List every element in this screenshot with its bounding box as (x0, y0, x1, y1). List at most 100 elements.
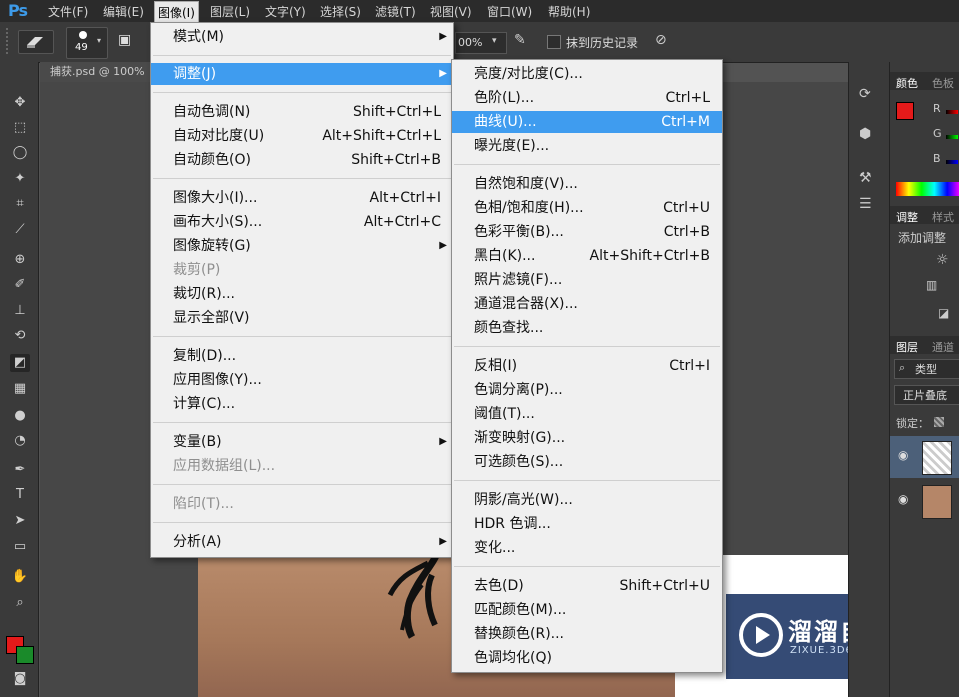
b-slider[interactable] (946, 160, 958, 164)
tab-color[interactable]: 颜色 (896, 75, 918, 91)
adjust-menu-item-15[interactable]: 可选颜色(S)... (452, 451, 722, 473)
menu-image[interactable]: 图像(I) (154, 1, 199, 24)
g-slider[interactable] (946, 135, 958, 139)
image-menu-item-7[interactable]: 图像旋转(G) ▶ (151, 235, 453, 257)
menu-file[interactable]: 文件(F) (48, 3, 88, 20)
image-menu-item-0[interactable]: 模式(M) ▶ (151, 26, 453, 48)
tool-preset-picker[interactable] (18, 30, 54, 54)
adjust-menu-item-11[interactable]: 反相(I) Ctrl+I (452, 355, 722, 377)
adjust-menu-item-12[interactable]: 色调分离(P)... (452, 379, 722, 401)
menu-edit[interactable]: 编辑(E) (103, 3, 144, 20)
lock-transparency-icon[interactable] (934, 417, 944, 427)
brush-tool-icon[interactable]: ✐ (10, 276, 30, 294)
tab-styles[interactable]: 样式 (932, 209, 954, 225)
quick-mask-icon[interactable]: ◙ (10, 670, 30, 688)
erase-history-checkbox[interactable] (547, 35, 561, 49)
layer-row[interactable]: ◉ (890, 480, 959, 522)
photo-filter-icon[interactable]: ◪ (938, 306, 949, 320)
adjust-menu-item-2[interactable]: 曲线(U)... Ctrl+M (452, 111, 722, 133)
tab-layers[interactable]: 图层 (896, 339, 918, 355)
image-menu-item-14[interactable]: 变量(B) ▶ (151, 431, 453, 453)
path-selection-icon[interactable]: ➤ (10, 512, 30, 530)
brush-preset-picker[interactable]: 49 ▾ (66, 27, 108, 59)
move-tool-icon[interactable]: ✥ (10, 94, 30, 112)
history-panel-icon[interactable]: ⟳ (859, 86, 871, 102)
image-menu-item-5[interactable]: 图像大小(I)... Alt+Ctrl+I (151, 187, 453, 209)
healing-brush-icon[interactable]: ⊕ (10, 251, 30, 269)
adjust-menu-item-5[interactable]: 色相/饱和度(H)... Ctrl+U (452, 197, 722, 219)
tab-channels[interactable]: 通道 (932, 339, 954, 355)
image-menu-item-3[interactable]: 自动对比度(U) Alt+Shift+Ctrl+L (151, 125, 453, 147)
menu-help[interactable]: 帮助(H) (548, 3, 590, 20)
r-slider[interactable] (946, 110, 958, 114)
image-menu-item-9[interactable]: 裁切(R)... (151, 283, 453, 305)
crop-tool-icon[interactable]: ⌗ (10, 195, 30, 213)
adjust-menu-item-17[interactable]: HDR 色调... (452, 513, 722, 535)
lasso-tool-icon[interactable]: ◯ (10, 144, 30, 162)
properties-icon[interactable]: ☰ (859, 196, 872, 212)
adjust-menu-item-18[interactable]: 变化... (452, 537, 722, 559)
adjust-menu-item-4[interactable]: 自然饱和度(V)... (452, 173, 722, 195)
adjust-menu-item-10[interactable]: 颜色查找... (452, 317, 722, 339)
dodge-tool-icon[interactable]: ◔ (10, 432, 30, 450)
adjust-menu-item-8[interactable]: 照片滤镜(F)... (452, 269, 722, 291)
tab-swatches[interactable]: 色板 (932, 75, 954, 91)
shape-tool-icon[interactable]: ▭ (10, 538, 30, 556)
menu-select[interactable]: 选择(S) (320, 3, 361, 20)
blend-mode-select[interactable]: 正片叠底 (894, 385, 959, 405)
brush-panel-icon[interactable]: ▣ (118, 32, 136, 50)
image-menu-item-13[interactable]: 计算(C)... (151, 393, 453, 415)
adjust-menu-item-21[interactable]: 替换颜色(R)... (452, 623, 722, 645)
zoom-tool-icon[interactable]: ⌕ (10, 594, 30, 612)
fg-color-chip[interactable] (896, 102, 914, 120)
document-tab[interactable]: 捕获.psd @ 100% (40, 62, 150, 82)
adjust-menu-item-0[interactable]: 亮度/对比度(C)... (452, 63, 722, 85)
menu-view[interactable]: 视图(V) (430, 3, 472, 20)
menu-window[interactable]: 窗口(W) (487, 3, 532, 20)
image-menu-item-6[interactable]: 画布大小(S)... Alt+Ctrl+C (151, 211, 453, 233)
gradient-tool-icon[interactable]: ▦ (10, 380, 30, 398)
image-menu-item-12[interactable]: 应用图像(Y)... (151, 369, 453, 391)
airbrush-icon[interactable]: ✎ (514, 32, 526, 48)
adjust-menu-item-7[interactable]: 黑白(K)... Alt+Shift+Ctrl+B (452, 245, 722, 267)
layer-row-selected[interactable]: ◉ (890, 436, 959, 478)
menu-type[interactable]: 文字(Y) (265, 3, 306, 20)
blur-tool-icon[interactable]: ● (10, 407, 30, 425)
pen-tool-icon[interactable]: ✒ (10, 461, 30, 479)
marquee-tool-icon[interactable]: ⬚ (10, 119, 30, 137)
magic-wand-icon[interactable]: ✦ (10, 170, 30, 188)
tool-presets-icon[interactable]: ⚒ (859, 170, 872, 186)
adjust-menu-item-13[interactable]: 阈值(T)... (452, 403, 722, 425)
adjust-menu-item-20[interactable]: 匹配颜色(M)... (452, 599, 722, 621)
adjust-menu-item-9[interactable]: 通道混合器(X)... (452, 293, 722, 315)
3d-panel-icon[interactable]: ⬢ (859, 126, 871, 142)
adjust-menu-item-22[interactable]: 色调均化(Q) (452, 647, 722, 669)
adjust-menu-item-6[interactable]: 色彩平衡(B)... Ctrl+B (452, 221, 722, 243)
menu-layer[interactable]: 图层(L) (210, 3, 250, 20)
levels-icon[interactable]: ▥ (926, 278, 937, 292)
menu-filter[interactable]: 滤镜(T) (375, 3, 416, 20)
adjust-menu-item-19[interactable]: 去色(D) Shift+Ctrl+U (452, 575, 722, 597)
eyedropper-icon[interactable]: ⟋ (10, 221, 30, 239)
eye-icon[interactable]: ◉ (898, 448, 908, 462)
eye-icon[interactable]: ◉ (898, 492, 908, 506)
image-menu-item-10[interactable]: 显示全部(V) (151, 307, 453, 329)
image-menu-item-2[interactable]: 自动色调(N) Shift+Ctrl+L (151, 101, 453, 123)
background-color-swatch[interactable] (16, 646, 34, 664)
adjust-menu-item-1[interactable]: 色阶(L)... Ctrl+L (452, 87, 722, 109)
image-menu-item-4[interactable]: 自动颜色(O) Shift+Ctrl+B (151, 149, 453, 171)
image-menu-item-11[interactable]: 复制(D)... (151, 345, 453, 367)
type-tool-icon[interactable]: T (10, 486, 30, 504)
history-brush-icon[interactable]: ⟲ (10, 327, 30, 345)
clone-stamp-icon[interactable]: ⊥ (10, 302, 30, 320)
image-menu-item-17[interactable]: 分析(A) ▶ (151, 531, 453, 553)
hand-tool-icon[interactable]: ✋ (10, 568, 30, 586)
adjust-menu-item-14[interactable]: 渐变映射(G)... (452, 427, 722, 449)
pressure-icon[interactable]: ⊘ (655, 32, 667, 48)
eraser-tool-icon[interactable]: ◩ (10, 354, 30, 372)
adjust-menu-item-3[interactable]: 曝光度(E)... (452, 135, 722, 157)
flow-field[interactable]: 00% ▾ (455, 32, 507, 54)
brightness-icon[interactable]: ☼ (936, 252, 949, 268)
tab-adjustments[interactable]: 调整 (896, 209, 918, 225)
layer-filter-select[interactable]: ⌕ 类型 (894, 359, 959, 379)
